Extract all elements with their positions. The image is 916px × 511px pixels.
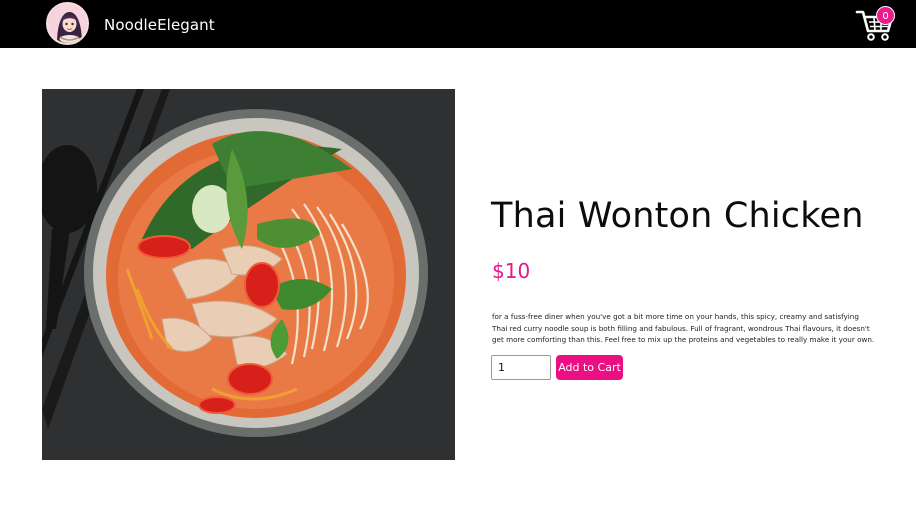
cart-count-badge: 0: [876, 6, 895, 25]
product-image: [42, 89, 455, 460]
product-title: Thai Wonton Chicken: [491, 196, 864, 236]
product-price: $10: [492, 259, 531, 283]
add-to-cart-button[interactable]: Add to Cart: [556, 355, 623, 380]
noodle-soup-image: [42, 89, 455, 460]
navbar: NoodleElegant 0: [0, 0, 916, 48]
quantity-input[interactable]: [491, 355, 551, 380]
brand-logo[interactable]: [46, 2, 89, 45]
brand-name[interactable]: NoodleElegant: [104, 16, 215, 34]
noodle-girl-logo-icon: [48, 4, 87, 43]
product-description: for a fuss-free diner when you've got a …: [492, 312, 875, 344]
